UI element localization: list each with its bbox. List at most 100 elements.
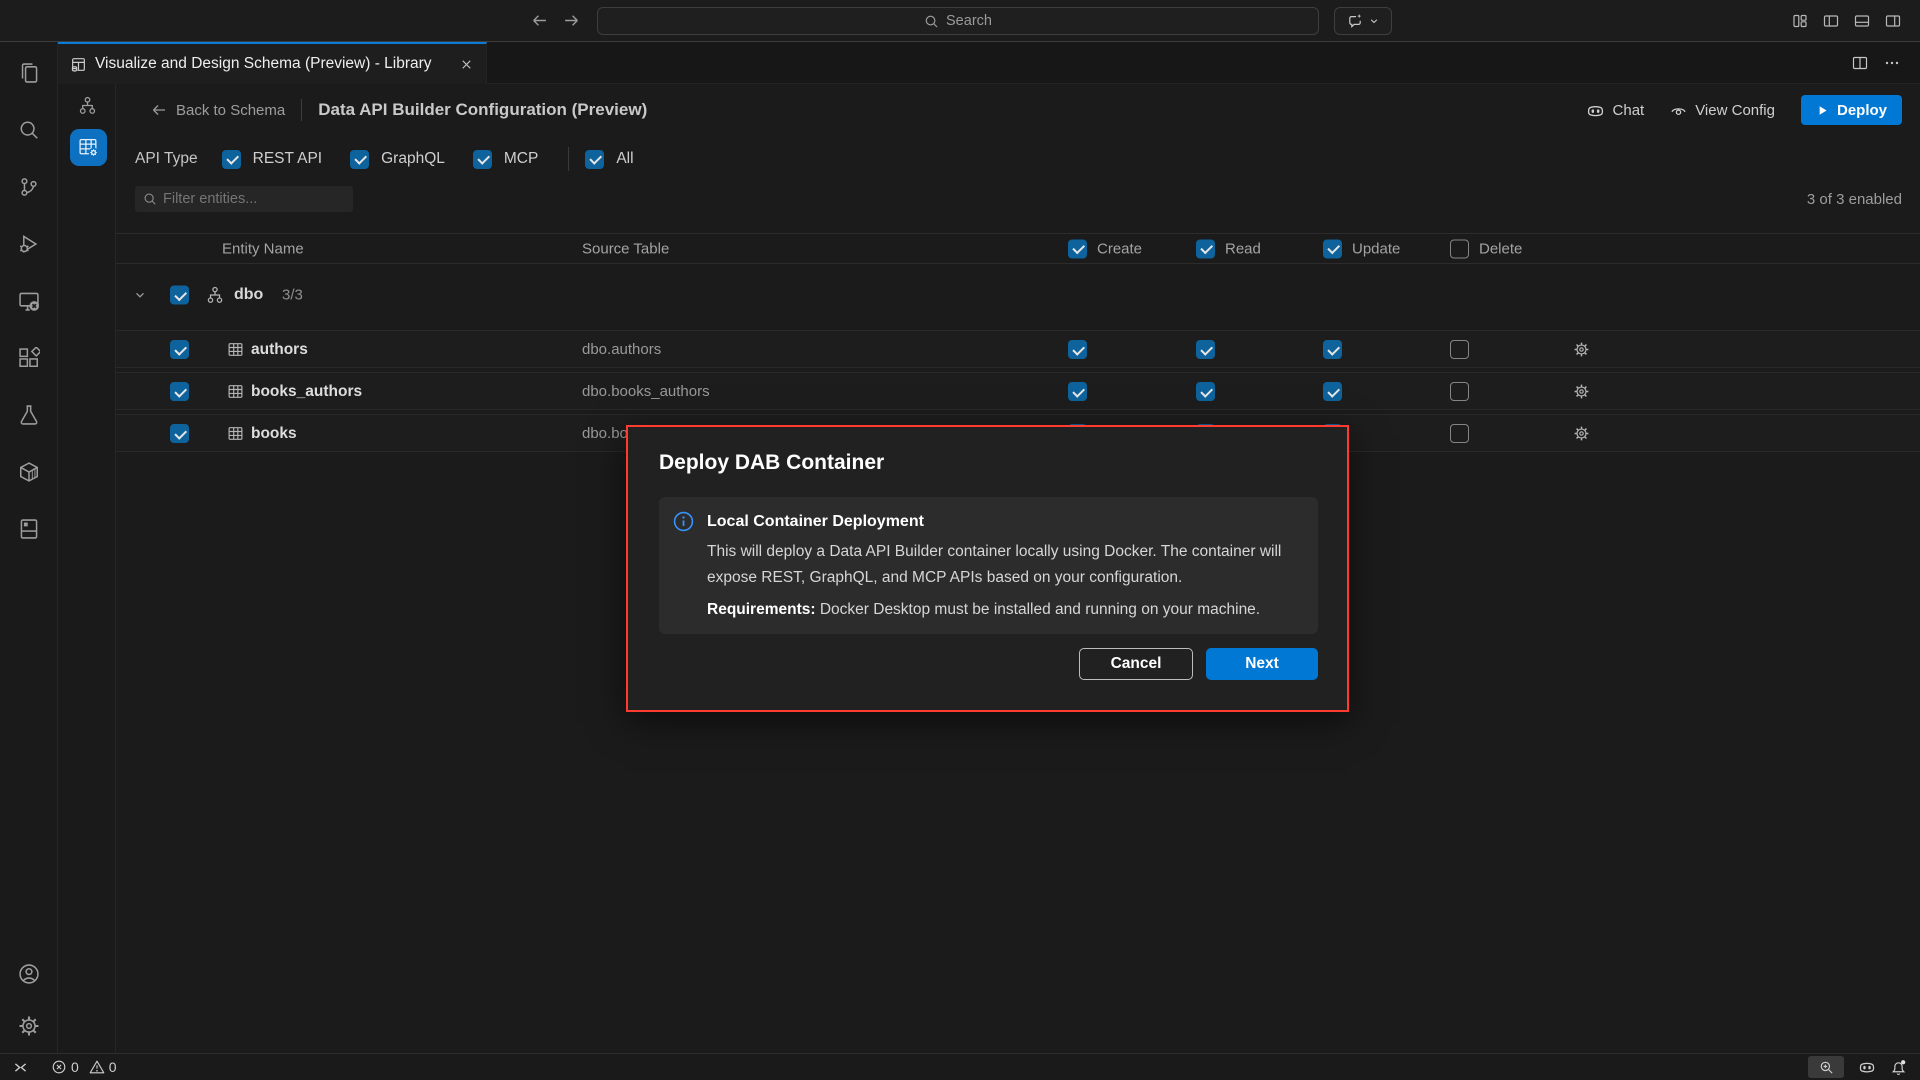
row-settings-gear-icon[interactable] bbox=[1573, 341, 1590, 358]
row-select-checkbox[interactable] bbox=[170, 424, 189, 443]
warning-count: 0 bbox=[109, 1059, 117, 1075]
run-debug-icon[interactable] bbox=[18, 233, 40, 255]
split-editor-icon[interactable] bbox=[1852, 55, 1868, 71]
mcp-checkbox[interactable] bbox=[473, 150, 492, 169]
back-label: Back to Schema bbox=[176, 102, 285, 119]
remote-explorer-icon[interactable] bbox=[18, 290, 40, 312]
group-expand-chevron-icon[interactable] bbox=[132, 287, 148, 303]
column-update-label: Update bbox=[1352, 240, 1400, 257]
row-select-checkbox[interactable] bbox=[170, 340, 189, 359]
requirements-text: Docker Desktop must be installed and run… bbox=[820, 601, 1260, 618]
table-icon bbox=[227, 425, 244, 442]
account-icon[interactable] bbox=[18, 963, 40, 985]
rest-api-label: REST API bbox=[253, 150, 323, 168]
all-checkbox[interactable] bbox=[585, 150, 604, 169]
search-view-icon[interactable] bbox=[18, 119, 40, 141]
deploy-dab-container-dialog: Deploy DAB Container Local Container Dep… bbox=[626, 425, 1349, 712]
update-checkbox[interactable] bbox=[1323, 382, 1342, 401]
chat-label: Chat bbox=[1613, 102, 1645, 119]
chevron-down-icon bbox=[1368, 15, 1380, 27]
container-cube-icon[interactable] bbox=[18, 461, 40, 483]
search-placeholder: Search bbox=[946, 13, 992, 29]
row-settings-gear-icon[interactable] bbox=[1573, 425, 1590, 442]
copilot-menu-button[interactable] bbox=[1334, 7, 1392, 35]
copilot-status-icon[interactable] bbox=[1858, 1058, 1876, 1076]
info-body: This will deploy a Data API Builder cont… bbox=[707, 539, 1306, 591]
close-icon[interactable] bbox=[459, 57, 474, 72]
source-control-icon[interactable] bbox=[18, 176, 40, 198]
nav-forward-icon[interactable] bbox=[563, 12, 580, 29]
search-input[interactable]: Search bbox=[597, 7, 1319, 35]
chat-button[interactable]: Chat bbox=[1586, 101, 1645, 120]
toggle-primary-sidebar-icon[interactable] bbox=[1823, 13, 1839, 29]
status-bar: 0 0 bbox=[0, 1053, 1920, 1080]
notifications-bell-icon[interactable] bbox=[1890, 1059, 1907, 1076]
column-read-checkbox[interactable] bbox=[1196, 239, 1215, 258]
api-type-separator bbox=[568, 147, 569, 171]
editor-tab-bar: Visualize and Design Schema (Preview) - … bbox=[58, 42, 1920, 84]
enabled-summary: 3 of 3 enabled bbox=[1807, 191, 1902, 208]
schema-view-icon[interactable] bbox=[78, 96, 97, 115]
create-checkbox[interactable] bbox=[1068, 340, 1087, 359]
toggle-panel-icon[interactable] bbox=[1854, 13, 1870, 29]
tab-title: Visualize and Design Schema (Preview) - … bbox=[95, 55, 451, 73]
back-arrow-icon bbox=[151, 102, 167, 118]
read-checkbox[interactable] bbox=[1196, 340, 1215, 359]
customize-layout-icon[interactable] bbox=[1792, 13, 1808, 29]
api-type-label: API Type bbox=[135, 150, 198, 168]
dab-config-view-icon[interactable] bbox=[70, 129, 107, 166]
testing-icon[interactable] bbox=[18, 404, 40, 426]
search-icon bbox=[924, 14, 939, 29]
create-checkbox[interactable] bbox=[1068, 382, 1087, 401]
remote-indicator-icon[interactable] bbox=[12, 1059, 29, 1076]
column-delete-checkbox[interactable] bbox=[1450, 239, 1469, 258]
more-actions-icon[interactable] bbox=[1884, 55, 1900, 71]
requirements-label: Requirements: bbox=[707, 601, 816, 618]
title-bar: Search bbox=[0, 0, 1920, 42]
deploy-label: Deploy bbox=[1837, 102, 1887, 119]
view-config-label: View Config bbox=[1695, 102, 1775, 119]
graphql-checkbox[interactable] bbox=[350, 150, 369, 169]
nav-back-icon[interactable] bbox=[531, 12, 548, 29]
explorer-icon[interactable] bbox=[18, 62, 40, 84]
delete-checkbox[interactable] bbox=[1450, 382, 1469, 401]
filter-search-icon bbox=[143, 192, 157, 206]
column-update-checkbox[interactable] bbox=[1323, 239, 1342, 258]
tab-visualize-design-schema[interactable]: Visualize and Design Schema (Preview) - … bbox=[58, 42, 487, 84]
next-button[interactable]: Next bbox=[1206, 648, 1318, 680]
column-create-checkbox[interactable] bbox=[1068, 239, 1087, 258]
deploy-button[interactable]: Deploy bbox=[1801, 95, 1902, 125]
column-entity-name: Entity Name bbox=[222, 240, 304, 257]
preview-eye-icon bbox=[1670, 102, 1687, 119]
delete-checkbox[interactable] bbox=[1450, 340, 1469, 359]
copilot-chat-icon bbox=[1347, 13, 1363, 29]
group-checkbox[interactable] bbox=[170, 286, 189, 305]
activity-bar bbox=[0, 42, 58, 1053]
row-select-checkbox[interactable] bbox=[170, 382, 189, 401]
column-create-label: Create bbox=[1097, 240, 1142, 257]
read-checkbox[interactable] bbox=[1196, 382, 1215, 401]
delete-checkbox[interactable] bbox=[1450, 424, 1469, 443]
source-table: dbo.books_authors bbox=[582, 373, 710, 410]
settings-gear-icon[interactable] bbox=[18, 1015, 40, 1037]
filter-entities-input[interactable] bbox=[163, 186, 345, 212]
extensions-icon[interactable] bbox=[18, 347, 40, 369]
entity-name: books_authors bbox=[251, 373, 362, 410]
row-settings-gear-icon[interactable] bbox=[1573, 383, 1590, 400]
page-header: Back to Schema Data API Builder Configur… bbox=[116, 84, 1920, 136]
cancel-button[interactable]: Cancel bbox=[1079, 648, 1193, 680]
schema-group-row: dbo 3/3 bbox=[116, 270, 1920, 320]
view-config-button[interactable]: View Config bbox=[1670, 102, 1775, 119]
update-checkbox[interactable] bbox=[1323, 340, 1342, 359]
back-to-schema-button[interactable]: Back to Schema bbox=[151, 102, 285, 119]
toggle-secondary-sidebar-icon[interactable] bbox=[1885, 13, 1901, 29]
problems-indicator[interactable]: 0 0 bbox=[51, 1059, 117, 1075]
rest-api-checkbox[interactable] bbox=[222, 150, 241, 169]
zoom-status-button[interactable] bbox=[1808, 1056, 1844, 1078]
api-type-filter-row: API Type REST API GraphQL MCP All bbox=[135, 138, 662, 180]
info-icon bbox=[673, 511, 694, 622]
database-project-icon[interactable] bbox=[18, 518, 40, 540]
mcp-label: MCP bbox=[504, 150, 538, 168]
header-divider bbox=[301, 99, 302, 121]
error-count: 0 bbox=[71, 1059, 79, 1075]
